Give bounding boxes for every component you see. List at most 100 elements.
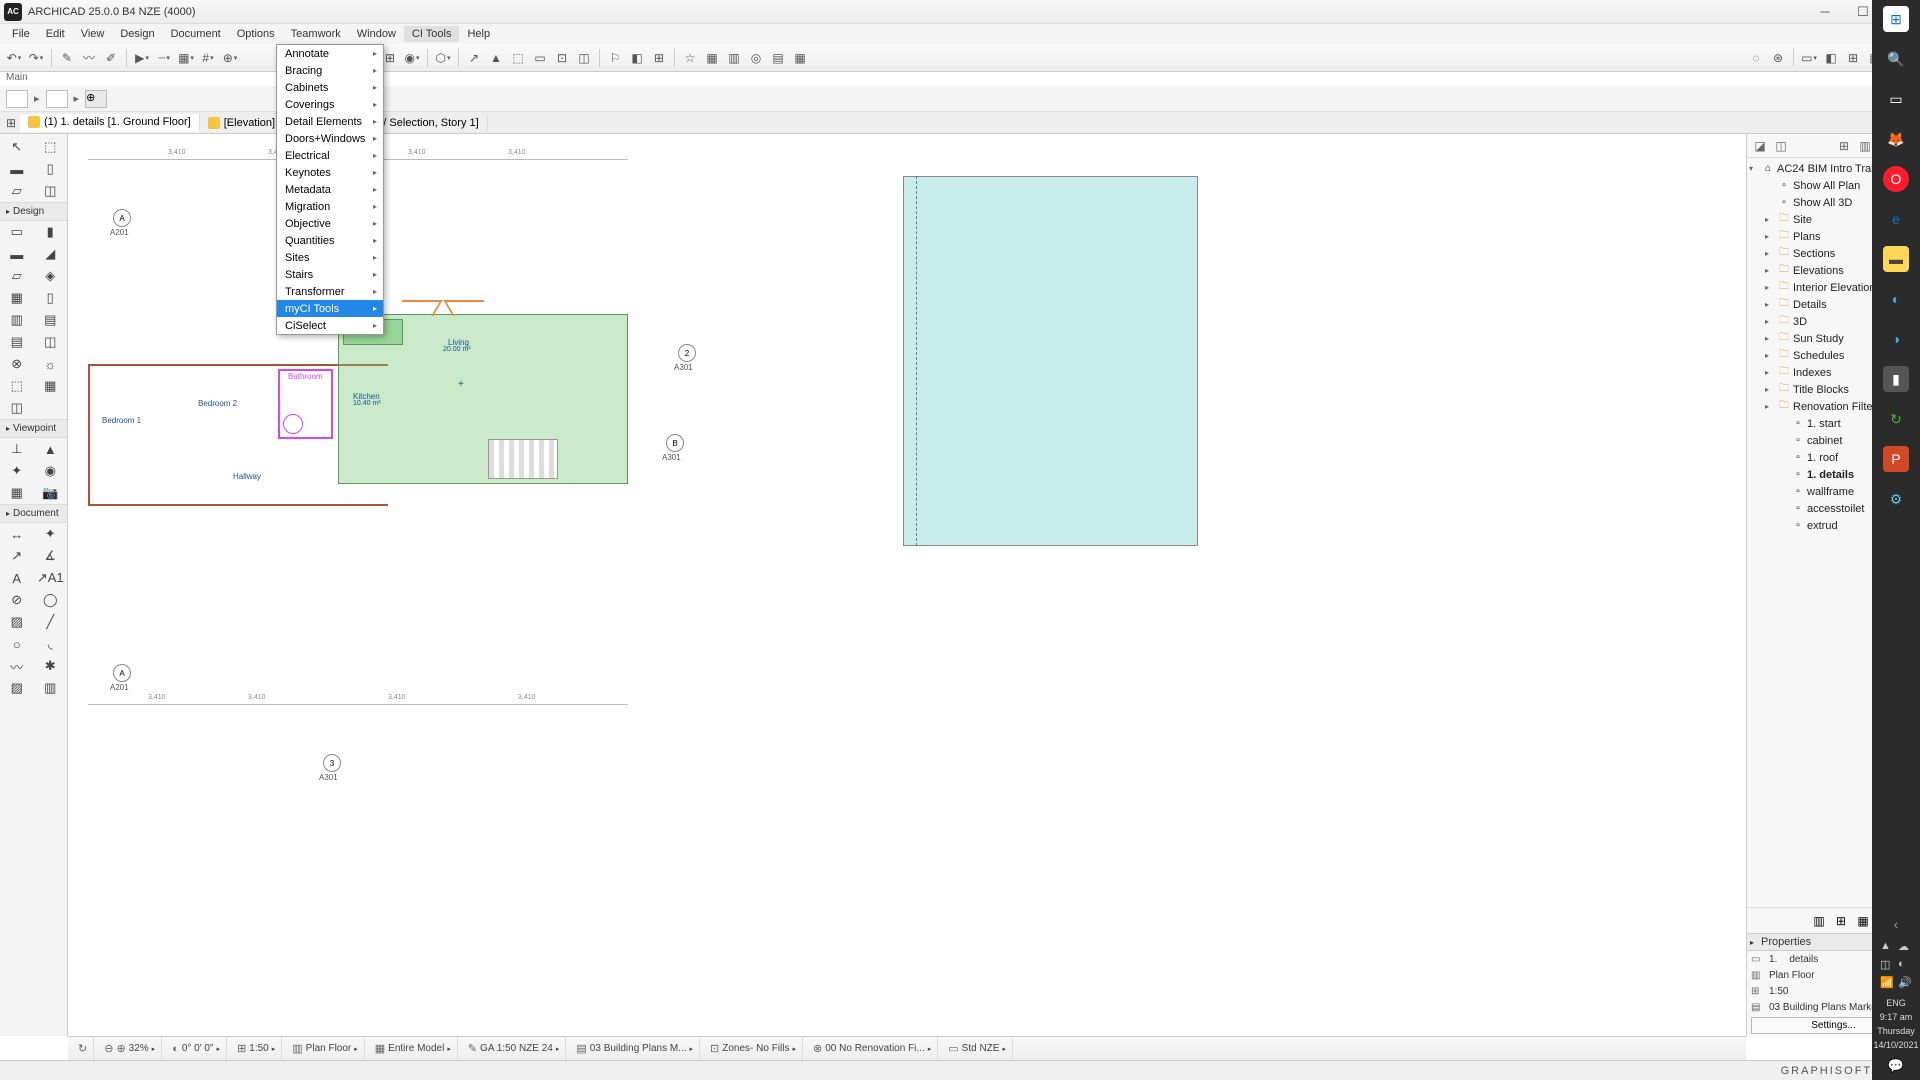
menu-item-doors-windows[interactable]: Doors+Windows xyxy=(277,130,383,147)
notifications-icon[interactable]: 💬 xyxy=(1888,1058,1904,1074)
tool-icon[interactable]: ◫ xyxy=(34,331,68,353)
tool-button[interactable]: ▭ xyxy=(1799,48,1819,68)
tool-button[interactable]: ▭ xyxy=(530,48,550,68)
tool-icon[interactable]: 〰 xyxy=(0,655,34,677)
document-section-header[interactable]: Document xyxy=(0,504,67,523)
angle-tool[interactable]: ∡ xyxy=(34,545,68,567)
menu-file[interactable]: File xyxy=(4,26,38,42)
menu-item-migration[interactable]: Migration xyxy=(277,198,383,215)
search-icon[interactable]: 🔍 xyxy=(1883,46,1909,72)
subtool-button[interactable]: ⊕ xyxy=(85,90,107,108)
tree-toggle[interactable]: ▸ xyxy=(1765,317,1775,326)
menu-item-cabinets[interactable]: Cabinets xyxy=(277,79,383,96)
tool-icon[interactable]: ⊗ xyxy=(0,353,34,375)
tool-button[interactable]: ▦ xyxy=(702,48,722,68)
tool-icon[interactable]: ▦ xyxy=(0,287,34,309)
zoom-out-icon[interactable]: ⊖ xyxy=(104,1042,113,1055)
tool-icon[interactable]: ▥ xyxy=(0,309,34,331)
text-tool[interactable]: A xyxy=(0,567,34,589)
wall-tool[interactable]: ▭ xyxy=(0,221,34,243)
star-icon[interactable]: ☆ xyxy=(680,48,700,68)
tool-button[interactable]: ✎ xyxy=(57,48,77,68)
menu-help[interactable]: Help xyxy=(459,26,498,42)
tree-toggle[interactable]: ▸ xyxy=(1765,334,1775,343)
settings-icon[interactable]: ⚙ xyxy=(1883,486,1909,512)
tool-button[interactable]: ⊞ xyxy=(1843,48,1863,68)
archicad-icon[interactable]: ▮ xyxy=(1883,366,1909,392)
tool-button[interactable]: ⊕ xyxy=(220,48,240,68)
menu-window[interactable]: Window xyxy=(349,26,404,42)
tool-icon[interactable]: ↗ xyxy=(0,545,34,567)
tool-icon[interactable]: ▬ xyxy=(0,158,34,180)
powerpoint-icon[interactable]: P xyxy=(1883,446,1909,472)
tool-icon[interactable]: ▦ xyxy=(34,375,68,397)
tool-button[interactable]: ┈ xyxy=(154,48,174,68)
tool-icon[interactable]: ⊥ xyxy=(0,438,34,460)
tool-icon[interactable]: ▨ xyxy=(0,677,34,699)
tool-button[interactable]: 〰 xyxy=(79,48,99,68)
flag-icon[interactable]: ⚐ xyxy=(605,48,625,68)
tool-button[interactable]: ◌ xyxy=(1746,48,1766,68)
fill-tool[interactable]: ▨ xyxy=(0,611,34,633)
camera-tool[interactable]: 📷 xyxy=(34,482,68,504)
tool-icon[interactable]: ◉ xyxy=(34,460,68,482)
redo-button[interactable]: ↷ xyxy=(26,48,46,68)
tool-icon[interactable]: ▦ xyxy=(0,482,34,504)
tray-icon[interactable]: ☁ xyxy=(1898,940,1912,954)
grid-button[interactable]: # xyxy=(198,48,218,68)
design-section-header[interactable]: Design xyxy=(0,202,67,221)
tool-button[interactable]: ▥ xyxy=(724,48,744,68)
tool-icon[interactable]: ▯ xyxy=(34,158,68,180)
tool-icon[interactable]: ◫ xyxy=(0,397,34,419)
tree-toggle[interactable]: ▸ xyxy=(1765,215,1775,224)
menu-item-keynotes[interactable]: Keynotes xyxy=(277,164,383,181)
tool-icon[interactable]: ▲ xyxy=(34,438,68,460)
undo-button[interactable]: ↶ xyxy=(4,48,24,68)
tool-button[interactable]: ◧ xyxy=(627,48,647,68)
explorer-icon[interactable]: ▬ xyxy=(1883,246,1909,272)
tool-icon[interactable]: ▥ xyxy=(34,677,68,699)
tree-toggle[interactable]: ▸ xyxy=(1765,266,1775,275)
tool-icon[interactable]: ✱ xyxy=(34,655,68,677)
tree-toggle[interactable]: ▸ xyxy=(1765,351,1775,360)
tool-icon[interactable]: ◯ xyxy=(34,589,68,611)
tabview-icon[interactable]: ⊞ xyxy=(2,113,20,133)
menu-item-quantities[interactable]: Quantities xyxy=(277,232,383,249)
menu-item-bracing[interactable]: Bracing xyxy=(277,62,383,79)
label-tool[interactable]: ↗A1 xyxy=(34,567,68,589)
menu-design[interactable]: Design xyxy=(112,26,162,42)
tool-button[interactable]: ⊛ xyxy=(1768,48,1788,68)
menu-options[interactable]: Options xyxy=(229,26,283,42)
menu-item-metadata[interactable]: Metadata xyxy=(277,181,383,198)
menu-item-stairs[interactable]: Stairs xyxy=(277,266,383,283)
document-tab[interactable]: [Elevation] xyxy=(200,115,284,131)
menu-item-transformer[interactable]: Transformer xyxy=(277,283,383,300)
tool-button[interactable]: ⊞ xyxy=(649,48,669,68)
nav-action-btn[interactable]: ▦ xyxy=(1854,912,1872,930)
viewpoint-section-header[interactable]: Viewpoint xyxy=(0,419,67,438)
mesh-tool[interactable]: ◈ xyxy=(34,265,68,287)
tool-button[interactable]: ▲ xyxy=(486,48,506,68)
zoom-in-icon[interactable]: ⊕ xyxy=(116,1042,125,1055)
nav-btn[interactable]: ◪ xyxy=(1751,137,1769,155)
menu-item-objective[interactable]: Objective xyxy=(277,215,383,232)
tree-toggle[interactable]: ▸ xyxy=(1765,232,1775,241)
app-icon[interactable]: ◐ xyxy=(1883,286,1909,312)
tool-button[interactable]: ▦ xyxy=(176,48,196,68)
tool-button[interactable]: ▤ xyxy=(768,48,788,68)
tool-button[interactable]: ⊡ xyxy=(552,48,572,68)
menu-ci-tools[interactable]: CI Tools xyxy=(404,26,460,42)
tray-icon[interactable]: ◫ xyxy=(1880,958,1894,972)
tree-toggle[interactable]: ▸ xyxy=(1765,402,1775,411)
tool-button[interactable]: ⬡ xyxy=(433,48,453,68)
tray-icon[interactable]: ▲ xyxy=(1880,940,1894,954)
marquee-tool[interactable]: ⬚ xyxy=(34,136,68,158)
tool-button[interactable]: ↗ xyxy=(464,48,484,68)
tray-icon[interactable]: ◐ xyxy=(1898,958,1912,972)
line-tool[interactable]: ╱ xyxy=(34,611,68,633)
stair-tool[interactable]: ▤ xyxy=(0,331,34,353)
menu-item-myci-tools[interactable]: myCI Tools xyxy=(277,300,383,317)
tree-toggle[interactable]: ▸ xyxy=(1765,249,1775,258)
object-tool[interactable]: ⬚ xyxy=(0,375,34,397)
tool-icon[interactable] xyxy=(34,397,68,419)
